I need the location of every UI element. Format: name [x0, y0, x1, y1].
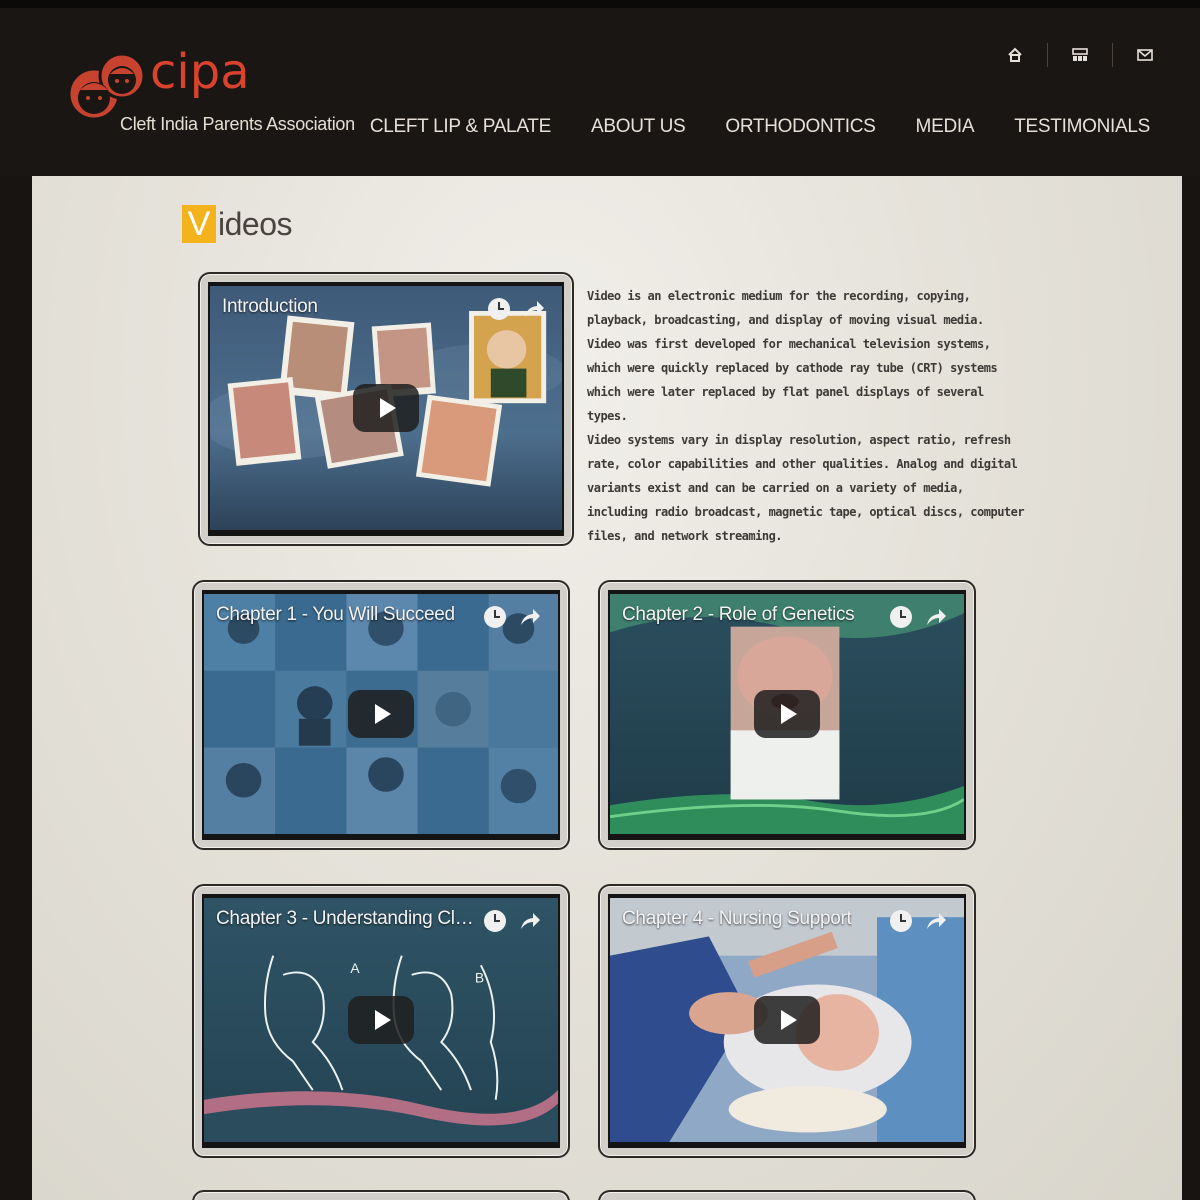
main-content: V ideos Introduction Video is an electro…: [32, 176, 1182, 1200]
play-button[interactable]: [348, 690, 414, 738]
share-icon[interactable]: [518, 910, 542, 932]
video-player-introduction[interactable]: Introduction: [208, 282, 564, 536]
utility-divider: [1047, 43, 1048, 67]
page-title-text: ideos: [218, 205, 293, 242]
video-frame-introduction: Introduction: [198, 272, 574, 546]
video-title: Chapter 3 - Understanding Cleft...: [216, 908, 476, 929]
share-icon[interactable]: [924, 910, 948, 932]
video-description: Video is an electronic medium for the re…: [587, 284, 1027, 548]
utility-links: [1000, 40, 1160, 70]
video-title: Chapter 2 - Role of Genetics: [622, 604, 855, 625]
nav-media[interactable]: MEDIA: [916, 116, 975, 138]
description-paragraph: Video was first developed for mechanical…: [587, 337, 998, 423]
site-logo[interactable]: cipa Cleft India Parents Association: [66, 44, 356, 136]
watch-later-icon[interactable]: [484, 606, 506, 628]
svg-text:A: A: [350, 961, 360, 976]
video-title: Introduction: [222, 296, 318, 317]
nav-testimonials[interactable]: TESTIMONIALS: [1014, 116, 1150, 138]
watch-later-icon[interactable]: [484, 910, 506, 932]
video-frame-chapter-3: A B Chapter 3 - Understanding Cleft...: [192, 884, 570, 1158]
watch-later-icon[interactable]: [890, 910, 912, 932]
nav-orthodontics[interactable]: ORTHODONTICS: [725, 116, 875, 138]
utility-divider: [1112, 43, 1113, 67]
description-paragraph: Video systems vary in display resolution…: [587, 433, 1025, 543]
share-icon[interactable]: [924, 606, 948, 628]
video-player-chapter-4[interactable]: Chapter 4 - Nursing Support: [608, 894, 966, 1148]
play-button[interactable]: [348, 996, 414, 1044]
play-button[interactable]: [754, 690, 820, 738]
main-nav: CLEFT LIP & PALATE ABOUT US ORTHODONTICS…: [330, 116, 1150, 138]
video-frame-chapter-1: Chapter 1 - You Will Succeed: [192, 580, 570, 850]
video-title: Chapter 1 - You Will Succeed: [216, 604, 455, 625]
video-title: Chapter 4 - Nursing Support: [622, 908, 852, 929]
video-player-chapter-3[interactable]: A B Chapter 3 - Understanding Cleft...: [202, 894, 560, 1148]
mail-icon[interactable]: [1130, 40, 1160, 70]
svg-text:B: B: [475, 971, 484, 986]
home-icon[interactable]: [1000, 40, 1030, 70]
logo-tagline: Cleft India Parents Association: [120, 114, 355, 134]
watch-later-icon[interactable]: [488, 298, 510, 320]
video-frame-chapter-4: Chapter 4 - Nursing Support: [598, 884, 976, 1158]
sitemap-icon[interactable]: [1065, 40, 1095, 70]
watch-later-icon[interactable]: [890, 606, 912, 628]
nav-cleft-lip-palate[interactable]: CLEFT LIP & PALATE: [370, 116, 551, 138]
video-frame-chapter-2: Chapter 2 - Role of Genetics: [598, 580, 976, 850]
share-icon[interactable]: [522, 298, 546, 320]
play-button[interactable]: [353, 384, 419, 432]
site-header: cipa Cleft India Parents Association CLE…: [0, 0, 1200, 176]
description-paragraph: Video is an electronic medium for the re…: [587, 289, 984, 327]
play-button[interactable]: [754, 996, 820, 1044]
share-icon[interactable]: [518, 606, 542, 628]
page-title-initial: V: [182, 205, 216, 243]
page-title: V ideos: [182, 204, 293, 244]
nav-about-us[interactable]: ABOUT US: [591, 116, 686, 138]
video-frame-chapter-5: [192, 1190, 570, 1200]
video-player-chapter-2[interactable]: Chapter 2 - Role of Genetics: [608, 590, 966, 840]
logo-wordmark: cipa: [150, 44, 250, 100]
video-frame-chapter-6: [598, 1190, 976, 1200]
video-player-chapter-1[interactable]: Chapter 1 - You Will Succeed: [202, 590, 560, 840]
